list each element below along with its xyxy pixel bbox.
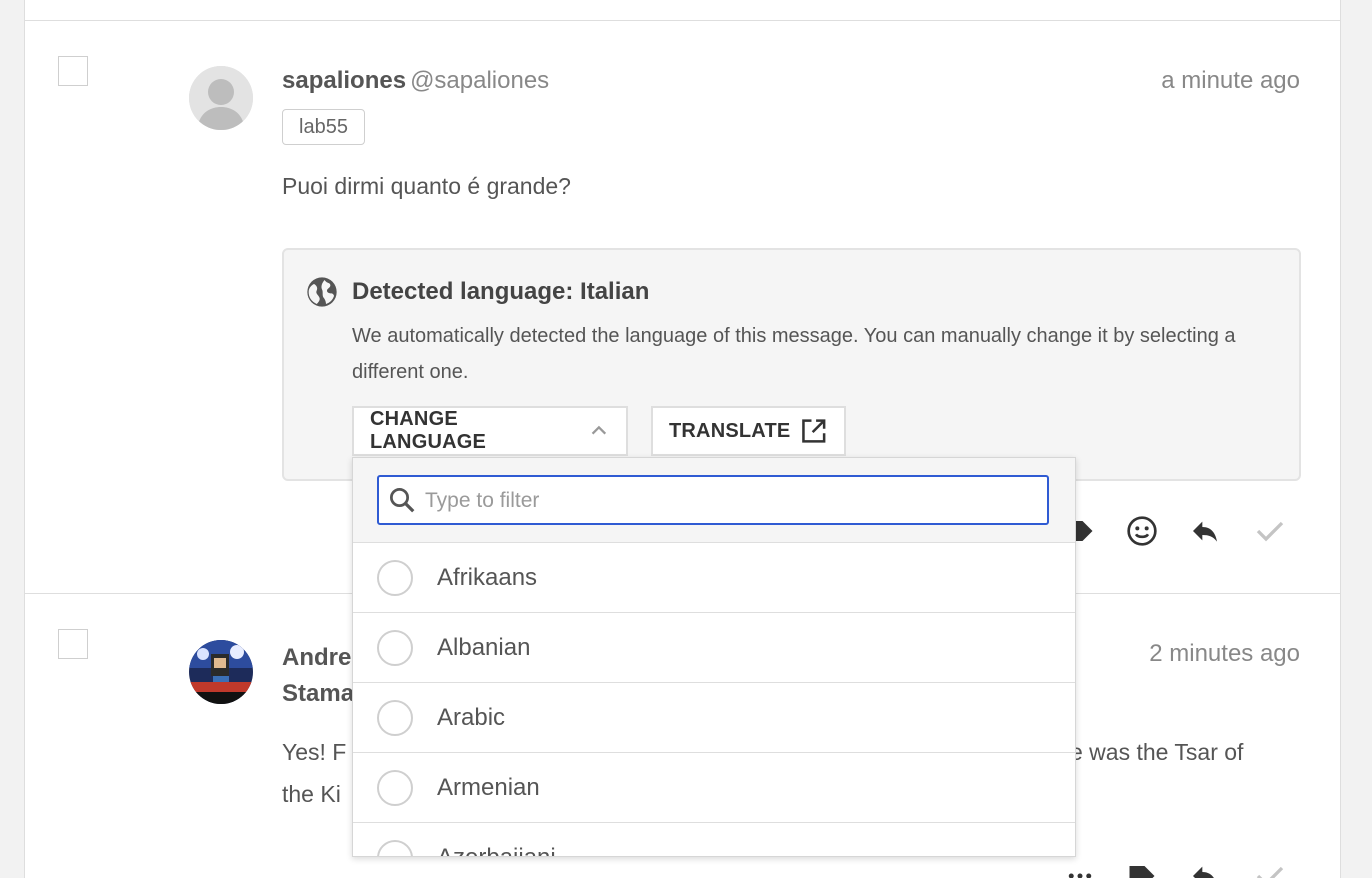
author-username[interactable]: sapaliones — [282, 67, 406, 94]
default-avatar-icon — [189, 66, 253, 130]
language-option-label: Armenian — [437, 773, 540, 801]
moderation-page: sapaliones @sapaliones a minute ago lab55… — [0, 0, 1372, 878]
language-radio[interactable] — [377, 839, 413, 856]
language-radio[interactable] — [377, 769, 413, 806]
emoji-icon[interactable] — [1122, 511, 1162, 551]
language-option[interactable]: Azerbaijani — [353, 823, 1075, 857]
language-option-label: Arabic — [437, 703, 506, 731]
language-filter-input[interactable] — [423, 485, 1037, 517]
user-tag: lab55 — [282, 109, 365, 145]
comment-timestamp: a minute ago — [1161, 67, 1300, 94]
change-language-label: CHANGE LANGUAGE — [370, 408, 487, 453]
select-comment-checkbox[interactable] — [58, 629, 88, 659]
language-option-label: Afrikaans — [437, 563, 538, 591]
detected-language-title: Detected language: Italian — [352, 278, 650, 305]
language-dropdown: Afrikaans Albanian Arabic Armenian Azerb… — [352, 457, 1076, 857]
chevron-up-icon — [591, 425, 607, 435]
reply-icon[interactable] — [1185, 511, 1225, 551]
previous-comment-card — [24, 0, 1341, 21]
translate-button[interactable]: TRANSLATE — [651, 406, 846, 456]
language-option[interactable]: Arabic — [353, 683, 1075, 753]
detected-language-description: We automatically detected the language o… — [352, 325, 1236, 383]
comment-body-line-1-end: e was the Tsar of — [1070, 739, 1244, 765]
author-name-line-2[interactable]: Stama — [282, 676, 354, 712]
change-language-button[interactable]: CHANGE LANGUAGE — [352, 406, 628, 456]
language-options-list: Afrikaans Albanian Arabic Armenian Azerb… — [353, 543, 1075, 857]
search-icon — [390, 488, 415, 513]
author-name[interactable]: sapaliones @sapaliones — [282, 67, 549, 95]
language-option-label: Albanian — [437, 633, 531, 661]
check-icon[interactable] — [1250, 511, 1290, 551]
select-comment-checkbox[interactable] — [58, 56, 88, 86]
user-avatar-image — [189, 640, 253, 704]
language-filter-bar — [353, 458, 1075, 543]
language-option[interactable]: Albanian — [353, 613, 1075, 683]
more-icon[interactable] — [1060, 856, 1100, 878]
comment-body: Puoi dirmi quanto é grande? — [282, 173, 571, 199]
language-option[interactable]: Afrikaans — [353, 543, 1075, 613]
check-icon[interactable] — [1250, 856, 1290, 878]
comment-timestamp: 2 minutes ago — [1149, 640, 1300, 667]
avatar — [189, 66, 253, 130]
language-filter-field[interactable] — [377, 475, 1049, 525]
author-name[interactable]: Andre Stama — [282, 640, 354, 712]
language-option[interactable]: Armenian — [353, 753, 1075, 823]
language-detection-panel: Detected language: Italian We automatica… — [282, 248, 1301, 481]
globe-icon — [307, 277, 337, 307]
author-handle: @sapaliones — [410, 67, 550, 94]
avatar — [189, 640, 253, 704]
tag-icon[interactable] — [1122, 856, 1162, 878]
comment-body-line-1-start: Yes! F — [282, 739, 347, 765]
external-link-icon — [802, 419, 826, 443]
language-option-label: Azerbaijani — [437, 843, 556, 857]
language-radio[interactable] — [377, 699, 413, 736]
translate-label: TRANSLATE — [669, 419, 791, 442]
reply-icon[interactable] — [1185, 856, 1225, 878]
language-radio[interactable] — [377, 559, 413, 596]
author-name-line-1[interactable]: Andre — [282, 640, 354, 676]
language-radio[interactable] — [377, 629, 413, 666]
